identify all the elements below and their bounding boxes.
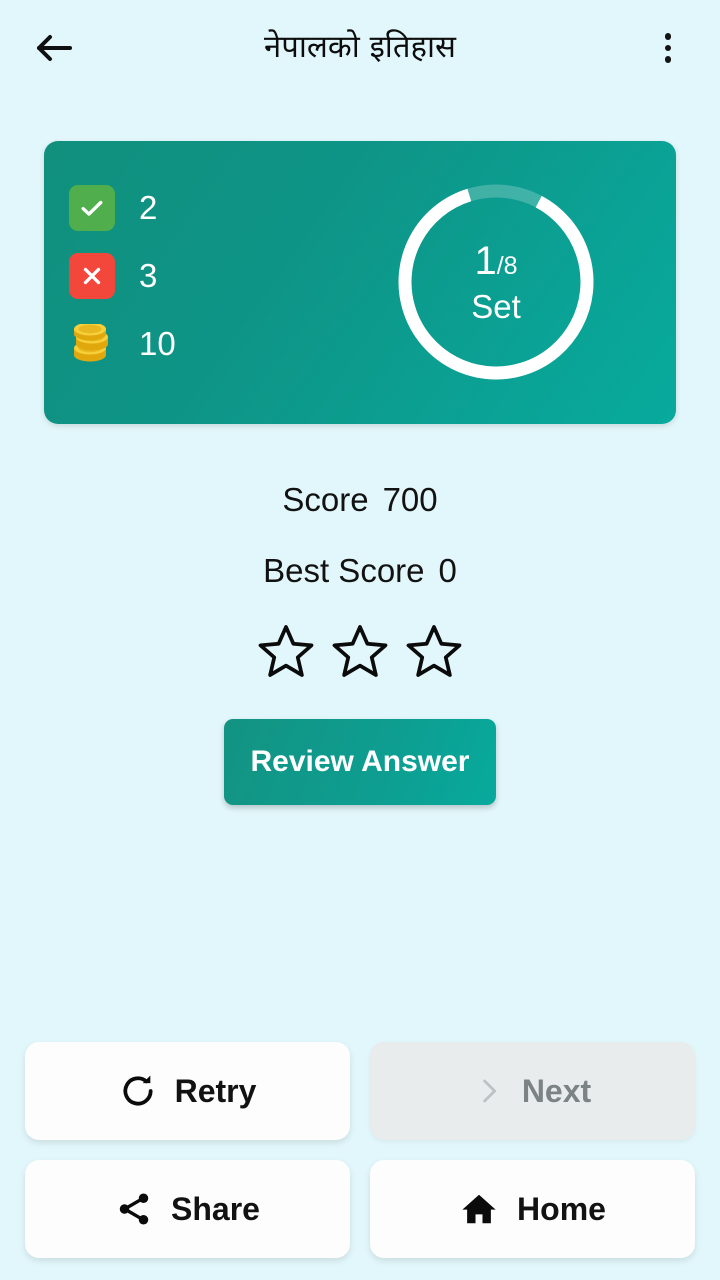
set-unit-label: Set	[471, 288, 521, 325]
review-answer-button[interactable]: Review Answer	[224, 719, 496, 805]
stat-wrong: 3	[69, 253, 176, 299]
set-denominator: /8	[496, 252, 518, 280]
correct-count: 2	[139, 189, 158, 226]
set-current: 1	[474, 239, 497, 283]
set-progress-ring: 1 /8 Set	[392, 178, 600, 386]
home-label: Home	[517, 1190, 606, 1227]
summary-card: 2 3 10 1 /8 Set	[44, 141, 676, 424]
stat-coins: 10	[69, 321, 176, 367]
star-icon	[329, 621, 391, 681]
home-button[interactable]: Home	[370, 1160, 695, 1258]
score-label: Score	[282, 481, 369, 518]
overflow-menu-icon	[664, 56, 672, 63]
arrow-left-icon	[34, 32, 74, 64]
wrong-count: 3	[139, 257, 158, 294]
star-rating	[0, 621, 720, 681]
cross-icon	[79, 263, 105, 289]
star-icon	[403, 621, 465, 681]
check-icon	[78, 194, 106, 222]
app-bar: नेपालको इतिहास	[0, 0, 720, 96]
share-button[interactable]: Share	[25, 1160, 350, 1258]
set-progress-label: 1 /8 Set	[392, 178, 600, 386]
score-row: Score 700	[0, 481, 720, 519]
page-title: नेपालको इतिहास	[264, 29, 456, 66]
share-label: Share	[171, 1190, 260, 1227]
action-buttons: Retry Next Share Home	[25, 1042, 695, 1258]
stat-correct: 2	[69, 185, 176, 231]
overflow-menu-icon	[664, 44, 672, 52]
star-icon	[255, 621, 317, 681]
overflow-menu-icon	[664, 33, 672, 40]
score-value: 700	[382, 481, 438, 518]
retry-button[interactable]: Retry	[25, 1042, 350, 1140]
stats-list: 2 3 10	[69, 185, 176, 367]
coins-icon	[69, 321, 115, 367]
overflow-menu-button[interactable]	[640, 18, 696, 78]
correct-badge	[69, 185, 115, 231]
best-score-value: 0	[438, 552, 457, 589]
next-button[interactable]: Next	[370, 1042, 695, 1140]
home-icon	[459, 1190, 499, 1228]
best-score-row: Best Score 0	[0, 552, 720, 590]
next-label: Next	[521, 1072, 592, 1109]
refresh-icon	[119, 1072, 157, 1110]
retry-label: Retry	[174, 1072, 257, 1109]
share-nodes-icon	[115, 1190, 153, 1228]
best-score-label: Best Score	[263, 552, 425, 589]
chevron-right-icon	[474, 1073, 504, 1109]
back-button[interactable]	[24, 18, 84, 78]
wrong-badge	[69, 253, 115, 299]
coins-count: 10	[139, 325, 176, 362]
